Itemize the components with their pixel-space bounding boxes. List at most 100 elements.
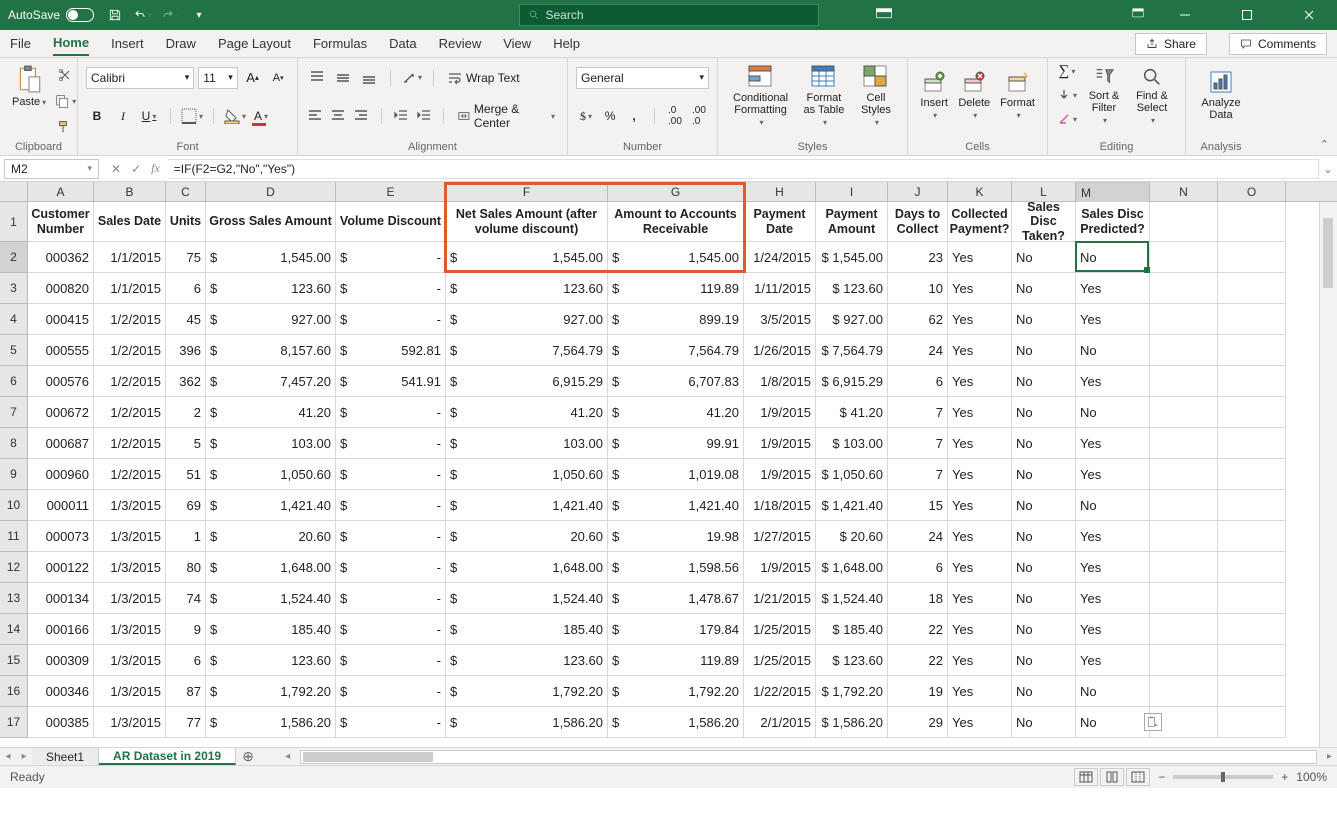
spreadsheet-grid[interactable]: ABCDEFGHIJKLMNO 123456789101112131415161… <box>0 182 1337 766</box>
cell[interactable]: 9 <box>166 614 206 645</box>
cell[interactable]: $1,421.40 <box>206 490 336 521</box>
zoom-slider[interactable] <box>1173 775 1273 779</box>
search-box[interactable]: Search <box>519 4 819 26</box>
sheet-nav-prev-icon[interactable]: ◂ <box>0 751 16 762</box>
comma-format-icon[interactable]: , <box>624 105 644 127</box>
cell[interactable]: $ 1,792.20 <box>816 676 888 707</box>
cell[interactable]: 75 <box>166 242 206 273</box>
cell[interactable]: Yes <box>948 583 1012 614</box>
cell[interactable] <box>1218 202 1286 242</box>
maximize-button[interactable] <box>1225 0 1269 30</box>
cell[interactable]: 1/3/2015 <box>94 645 166 676</box>
cell[interactable]: 1/3/2015 <box>94 583 166 614</box>
cell[interactable]: $7,564.79 <box>446 335 608 366</box>
cell[interactable]: $1,586.20 <box>206 707 336 738</box>
cell[interactable]: 1/11/2015 <box>744 273 816 304</box>
cell[interactable] <box>1218 645 1286 676</box>
column-header-F[interactable]: F <box>446 182 608 201</box>
align-bottom-icon[interactable] <box>358 67 380 89</box>
cell[interactable]: Sales Disc Predicted? <box>1076 202 1150 242</box>
cell[interactable]: No <box>1012 552 1076 583</box>
cell[interactable]: Yes <box>948 335 1012 366</box>
cell[interactable]: 1/22/2015 <box>744 676 816 707</box>
cell[interactable]: Yes <box>948 490 1012 521</box>
tab-draw[interactable]: Draw <box>166 32 196 55</box>
collapse-ribbon-icon[interactable]: ⌃ <box>1320 138 1329 151</box>
cell[interactable] <box>1150 614 1218 645</box>
column-header-J[interactable]: J <box>888 182 948 201</box>
cell[interactable]: $ 123.60 <box>816 645 888 676</box>
cell[interactable]: $- <box>336 273 446 304</box>
cell[interactable]: 6 <box>888 366 948 397</box>
cell[interactable]: $- <box>336 428 446 459</box>
cell[interactable]: $ 20.60 <box>816 521 888 552</box>
cell[interactable]: 7 <box>888 397 948 428</box>
cell[interactable]: $ 123.60 <box>816 273 888 304</box>
cell[interactable]: $123.60 <box>446 645 608 676</box>
cell[interactable] <box>1150 552 1218 583</box>
decrease-decimal-icon[interactable]: .00.0 <box>689 105 709 127</box>
cell[interactable]: $41.20 <box>446 397 608 428</box>
column-header-L[interactable]: L <box>1012 182 1076 201</box>
tab-file[interactable]: File <box>10 32 31 55</box>
row-header[interactable]: 12 <box>0 552 28 583</box>
cell[interactable]: 3/5/2015 <box>744 304 816 335</box>
cell[interactable]: Sales Disc Taken? <box>1012 202 1076 242</box>
cell[interactable]: $899.19 <box>608 304 744 335</box>
page-layout-view-icon[interactable] <box>1100 768 1124 786</box>
autosum-icon[interactable]: ∑ <box>1056 60 1078 82</box>
cell[interactable]: 000385 <box>28 707 94 738</box>
column-header-C[interactable]: C <box>166 182 206 201</box>
cell[interactable]: $7,457.20 <box>206 366 336 397</box>
cell[interactable]: Yes <box>948 428 1012 459</box>
autosave-switch-icon[interactable] <box>66 8 94 22</box>
cell[interactable]: 45 <box>166 304 206 335</box>
cell[interactable]: $6,707.83 <box>608 366 744 397</box>
cell[interactable]: No <box>1076 676 1150 707</box>
cell[interactable]: Yes <box>948 242 1012 273</box>
cell[interactable] <box>1150 459 1218 490</box>
cell[interactable]: 1/3/2015 <box>94 521 166 552</box>
cell[interactable]: No <box>1076 707 1150 738</box>
cell[interactable]: $927.00 <box>446 304 608 335</box>
cell[interactable]: 1/2/2015 <box>94 366 166 397</box>
row-header[interactable]: 9 <box>0 459 28 490</box>
cell[interactable]: $6,915.29 <box>446 366 608 397</box>
row-header[interactable]: 14 <box>0 614 28 645</box>
cell[interactable]: No <box>1076 335 1150 366</box>
enter-formula-icon[interactable]: ✓ <box>131 162 141 176</box>
expand-formula-bar-icon[interactable]: ⌄ <box>1319 162 1337 176</box>
cell[interactable]: $7,564.79 <box>608 335 744 366</box>
cell[interactable]: Units <box>166 202 206 242</box>
borders-icon[interactable] <box>181 105 203 127</box>
cell[interactable]: $1,050.60 <box>206 459 336 490</box>
cell[interactable] <box>1150 366 1218 397</box>
cell[interactable]: 396 <box>166 335 206 366</box>
autosave-toggle[interactable]: AutoSave <box>8 8 94 22</box>
format-cells-button[interactable]: Format <box>996 69 1039 122</box>
sheet-nav-next-icon[interactable]: ▸ <box>16 751 32 762</box>
cell[interactable]: 80 <box>166 552 206 583</box>
cell[interactable]: 1/9/2015 <box>744 397 816 428</box>
increase-font-icon[interactable]: A▴ <box>242 67 264 89</box>
cell[interactable]: 2/1/2015 <box>744 707 816 738</box>
cell[interactable]: 15 <box>888 490 948 521</box>
cell[interactable]: 24 <box>888 335 948 366</box>
cell[interactable]: No <box>1012 304 1076 335</box>
cell[interactable] <box>1218 273 1286 304</box>
undo-icon[interactable] <box>134 6 152 24</box>
cell[interactable]: 1/1/2015 <box>94 242 166 273</box>
cell[interactable]: No <box>1012 459 1076 490</box>
conditional-formatting-button[interactable]: Conditional Formatting <box>726 62 795 129</box>
cell[interactable] <box>1150 490 1218 521</box>
cell[interactable]: 000011 <box>28 490 94 521</box>
cell[interactable]: Yes <box>1076 583 1150 614</box>
column-header-O[interactable]: O <box>1218 182 1286 201</box>
insert-cells-button[interactable]: Insert <box>916 69 952 122</box>
vertical-scrollbar[interactable] <box>1319 202 1337 747</box>
cell[interactable]: $123.60 <box>206 645 336 676</box>
delete-cells-button[interactable]: Delete <box>954 69 994 122</box>
wrap-text-button[interactable]: Wrap Text <box>444 69 524 87</box>
tab-help[interactable]: Help <box>553 32 580 55</box>
cell[interactable]: 1/3/2015 <box>94 614 166 645</box>
